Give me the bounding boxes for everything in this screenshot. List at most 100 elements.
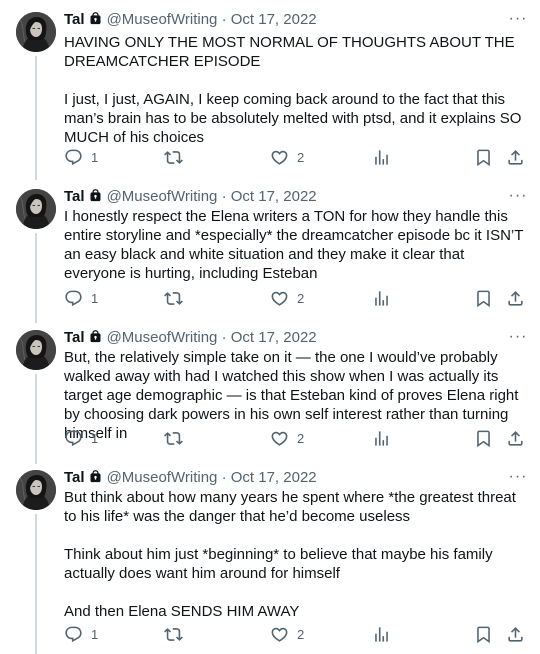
retweet-button[interactable]: [164, 625, 191, 644]
like-count: 2: [297, 291, 305, 306]
reply-icon: [64, 429, 83, 448]
tweet-actions: 1 2: [64, 148, 526, 168]
thread-line: [35, 56, 37, 180]
avatar[interactable]: [16, 12, 56, 52]
reply-button[interactable]: 1: [64, 148, 98, 167]
retweet-icon: [164, 289, 183, 308]
tweet-paragraph: And then Elena SENDS HIM AWAY: [64, 603, 300, 620]
bookmark-button[interactable]: [474, 148, 493, 167]
more-icon[interactable]: ···: [508, 188, 528, 207]
more-icon[interactable]: ···: [508, 11, 528, 30]
separator: ·: [221, 188, 227, 205]
views-icon: [372, 289, 391, 308]
reply-button[interactable]: 1: [64, 289, 98, 308]
bookmark-icon: [474, 625, 493, 644]
retweet-button[interactable]: [164, 148, 191, 167]
tweet-date[interactable]: Oct 17, 2022: [231, 188, 317, 205]
reply-count: 1: [91, 291, 99, 306]
bookmark-button[interactable]: [474, 289, 493, 308]
views-icon: [372, 429, 391, 448]
views-button[interactable]: [372, 429, 391, 448]
like-icon: [270, 625, 289, 644]
thread-line: [35, 514, 37, 654]
avatar[interactable]: [16, 189, 56, 229]
tweet-date[interactable]: Oct 17, 2022: [231, 11, 317, 28]
thread-line: [35, 233, 37, 323]
lock-icon: [88, 329, 103, 350]
retweet-icon: [164, 429, 183, 448]
views-button[interactable]: [372, 625, 391, 644]
more-icon[interactable]: ···: [508, 329, 528, 348]
bookmark-icon: [474, 289, 493, 308]
thread-line: [35, 374, 37, 464]
tweet-text: HAVING ONLY THE MOST NORMAL OF THOUGHTS …: [64, 33, 526, 147]
share-button[interactable]: [506, 289, 525, 308]
author-handle[interactable]: @MuseofWriting: [107, 11, 218, 28]
views-button[interactable]: [372, 289, 391, 308]
tweet-actions: 1 2: [64, 289, 526, 309]
separator: ·: [221, 11, 227, 28]
share-button[interactable]: [506, 429, 525, 448]
tweet-paragraph: I honestly respect the Elena writers a T…: [64, 208, 524, 282]
author-name[interactable]: Tal: [64, 469, 85, 486]
author-handle[interactable]: @MuseofWriting: [107, 469, 218, 486]
retweet-icon: [164, 148, 183, 167]
share-icon: [506, 289, 525, 308]
retweet-button[interactable]: [164, 289, 191, 308]
tweet-header: Tal @MuseofWriting · Oct 17, 2022: [64, 328, 530, 348]
reply-count: 1: [91, 150, 99, 165]
views-button[interactable]: [372, 148, 391, 167]
like-icon: [270, 289, 289, 308]
like-button[interactable]: 2: [270, 289, 304, 308]
author-name[interactable]: Tal: [64, 11, 85, 28]
tweet-text: I honestly respect the Elena writers a T…: [64, 207, 526, 283]
share-icon: [506, 625, 525, 644]
like-count: 2: [297, 431, 305, 446]
author-name[interactable]: Tal: [64, 188, 85, 205]
lock-icon: [88, 188, 103, 209]
bookmark-button[interactable]: [474, 625, 493, 644]
tweet-thread: Tal @MuseofWriting · Oct 17, 2022 ··· HAV…: [0, 0, 540, 654]
like-icon: [270, 429, 289, 448]
more-icon[interactable]: ···: [508, 469, 528, 488]
author-name[interactable]: Tal: [64, 329, 85, 346]
bookmark-button[interactable]: [474, 429, 493, 448]
lock-icon: [88, 469, 103, 490]
share-icon: [506, 429, 525, 448]
reply-icon: [64, 148, 83, 167]
retweet-button[interactable]: [164, 429, 191, 448]
avatar[interactable]: [16, 470, 56, 510]
tweet-date[interactable]: Oct 17, 2022: [231, 469, 317, 486]
share-button[interactable]: [506, 148, 525, 167]
tweet-date[interactable]: Oct 17, 2022: [231, 329, 317, 346]
retweet-icon: [164, 625, 183, 644]
reply-icon: [64, 625, 83, 644]
tweet-header: Tal @MuseofWriting · Oct 17, 2022: [64, 468, 530, 488]
separator: ·: [221, 329, 227, 346]
reply-count: 1: [91, 627, 99, 642]
bookmark-icon: [474, 429, 493, 448]
lock-icon: [88, 11, 103, 32]
share-button[interactable]: [506, 625, 525, 644]
like-count: 2: [297, 150, 305, 165]
like-icon: [270, 148, 289, 167]
tweet-paragraph: Think about him just *beginning* to beli…: [64, 546, 493, 582]
bookmark-icon: [474, 148, 493, 167]
reply-button[interactable]: 1: [64, 625, 98, 644]
tweet-header: Tal @MuseofWriting · Oct 17, 2022: [64, 187, 530, 207]
reply-button[interactable]: 1: [64, 429, 98, 448]
author-handle[interactable]: @MuseofWriting: [107, 188, 218, 205]
tweet-paragraph: But think about how many years he spent …: [64, 489, 516, 525]
tweet-paragraph: HAVING ONLY THE MOST NORMAL OF THOUGHTS …: [64, 34, 515, 70]
views-icon: [372, 148, 391, 167]
tweet-paragraph: I just, I just, AGAIN, I keep coming bac…: [64, 91, 522, 146]
like-button[interactable]: 2: [270, 148, 304, 167]
like-button[interactable]: 2: [270, 625, 304, 644]
reply-icon: [64, 289, 83, 308]
tweet-text: But think about how many years he spent …: [64, 488, 526, 621]
tweet-actions: 1 2: [64, 625, 526, 645]
author-handle[interactable]: @MuseofWriting: [107, 329, 218, 346]
like-button[interactable]: 2: [270, 429, 304, 448]
views-icon: [372, 625, 391, 644]
avatar[interactable]: [16, 330, 56, 370]
